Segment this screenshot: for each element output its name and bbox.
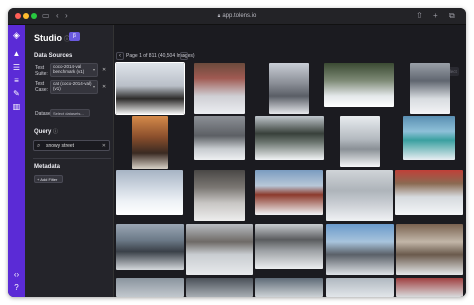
minimize-window-button[interactable] bbox=[23, 13, 29, 19]
close-window-button[interactable] bbox=[15, 13, 21, 19]
image-thumbnail[interactable] bbox=[403, 116, 455, 160]
image-thumbnail[interactable] bbox=[255, 224, 323, 269]
share-icon[interactable]: ⇧ bbox=[416, 11, 423, 21]
next-page-button[interactable]: › bbox=[180, 52, 188, 60]
image-thumbnail[interactable] bbox=[269, 63, 309, 114]
metadata-heading: Metadata bbox=[34, 164, 61, 170]
settings-sliders-icon[interactable]: ☰ bbox=[11, 62, 22, 73]
address-text: app.tolens.io bbox=[222, 13, 257, 19]
studio-panel: Studio ⓘ β Data Sources Test Suite: coco-… bbox=[25, 25, 114, 297]
divider bbox=[33, 158, 111, 159]
image-thumbnail[interactable] bbox=[255, 170, 323, 215]
search-icon: ⌕ bbox=[37, 143, 41, 149]
image-thumbnail[interactable] bbox=[116, 224, 184, 270]
chevron-down-icon: ▾ bbox=[92, 84, 95, 89]
query-heading-text: Query bbox=[34, 129, 52, 135]
image-thumbnail[interactable] bbox=[194, 170, 245, 221]
browser-toolbar: ▭ ‹ › 🔒︎ app.tolens.io ⇧ + ⧉ bbox=[8, 8, 466, 25]
list-icon[interactable]: ≡ bbox=[11, 75, 22, 86]
edit-icon[interactable]: ✎ bbox=[11, 88, 22, 99]
prev-page-button[interactable]: ‹ bbox=[116, 52, 124, 60]
beta-badge: β bbox=[69, 32, 80, 41]
collapse-icon[interactable]: ‹› bbox=[11, 269, 22, 280]
image-thumbnail[interactable] bbox=[186, 224, 253, 275]
image-thumbnail[interactable] bbox=[132, 116, 168, 169]
test-case-select[interactable]: cat (coco-2014-val) (v1) ▾ bbox=[50, 80, 98, 94]
image-thumbnail[interactable] bbox=[324, 63, 394, 107]
chevron-down-icon: ▾ bbox=[92, 67, 95, 72]
data-sources-heading: Data Sources bbox=[34, 53, 73, 59]
back-icon[interactable]: ‹ bbox=[56, 11, 59, 21]
nav-rail: ◈ ▲ ☰ ≡ ✎ ▥ ‹› ? bbox=[8, 25, 25, 297]
datasets-select[interactable]: Select datasets... bbox=[50, 109, 90, 117]
image-thumbnail[interactable] bbox=[115, 62, 185, 115]
forward-icon[interactable]: › bbox=[65, 11, 68, 21]
image-thumbnail[interactable] bbox=[326, 170, 393, 221]
image-thumbnail[interactable] bbox=[326, 224, 394, 275]
clear-query-icon[interactable]: ✕ bbox=[102, 141, 106, 151]
query-value: snowy street bbox=[46, 143, 75, 149]
image-thumbnail[interactable] bbox=[255, 116, 324, 160]
image-thumbnail[interactable] bbox=[340, 116, 380, 167]
image-thumbnail[interactable] bbox=[395, 170, 463, 215]
add-filter-button[interactable]: + Add Filter bbox=[34, 175, 63, 183]
test-suite-select[interactable]: coco-2014-val benchmark (v1) ▾ bbox=[50, 63, 98, 77]
image-thumbnail[interactable] bbox=[396, 224, 463, 275]
image-thumbnail[interactable] bbox=[186, 278, 253, 297]
address-bar[interactable]: 🔒︎ app.tolens.io bbox=[176, 11, 298, 22]
image-thumbnail[interactable] bbox=[410, 63, 450, 114]
sidebar-toggle-icon[interactable]: ▭ bbox=[42, 11, 50, 21]
test-case-value: cat (coco-2014-val) (v1) bbox=[53, 81, 92, 91]
image-thumbnail[interactable] bbox=[116, 278, 184, 297]
query-info-icon[interactable]: ⓘ bbox=[53, 129, 58, 135]
image-thumbnail[interactable] bbox=[255, 278, 323, 297]
image-thumbnail[interactable] bbox=[194, 63, 245, 114]
test-suite-label: Test Suite: bbox=[35, 65, 48, 77]
app-window: ▭ ‹ › 🔒︎ app.tolens.io ⇧ + ⧉ ◈ ▲ ☰ ≡ ✎ ▥ … bbox=[8, 8, 466, 297]
image-thumbnail[interactable] bbox=[194, 116, 245, 160]
image-thumbnail[interactable] bbox=[116, 170, 183, 215]
test-suite-value: coco-2014-val benchmark (v1) bbox=[53, 64, 85, 74]
studio-title: Studio ⓘ bbox=[34, 33, 70, 43]
query-heading: Query ⓘ bbox=[34, 128, 58, 135]
clear-test-suite-icon[interactable]: ✕ bbox=[102, 67, 106, 73]
query-input[interactable]: ⌕ snowy street ✕ bbox=[33, 140, 110, 151]
gallery-area: ‹ Page 1 of 811 (40,504 Images) › Select… bbox=[114, 25, 466, 297]
image-thumbnail[interactable] bbox=[396, 278, 463, 297]
studio-title-text: Studio bbox=[34, 33, 62, 43]
chart-icon[interactable]: ▥ bbox=[11, 101, 22, 112]
help-icon[interactable]: ? bbox=[11, 282, 22, 293]
logo-icon[interactable]: ◈ bbox=[11, 30, 22, 41]
image-thumbnail[interactable] bbox=[326, 278, 394, 297]
upload-icon[interactable]: ▲ bbox=[11, 48, 22, 59]
lock-icon: 🔒︎ bbox=[217, 13, 221, 19]
clear-test-case-icon[interactable]: ✕ bbox=[102, 84, 106, 90]
test-case-label: Test Case: bbox=[35, 81, 49, 93]
tabs-overview-icon[interactable]: ⧉ bbox=[449, 11, 455, 21]
new-tab-icon[interactable]: + bbox=[433, 11, 438, 21]
maximize-window-button[interactable] bbox=[31, 13, 37, 19]
